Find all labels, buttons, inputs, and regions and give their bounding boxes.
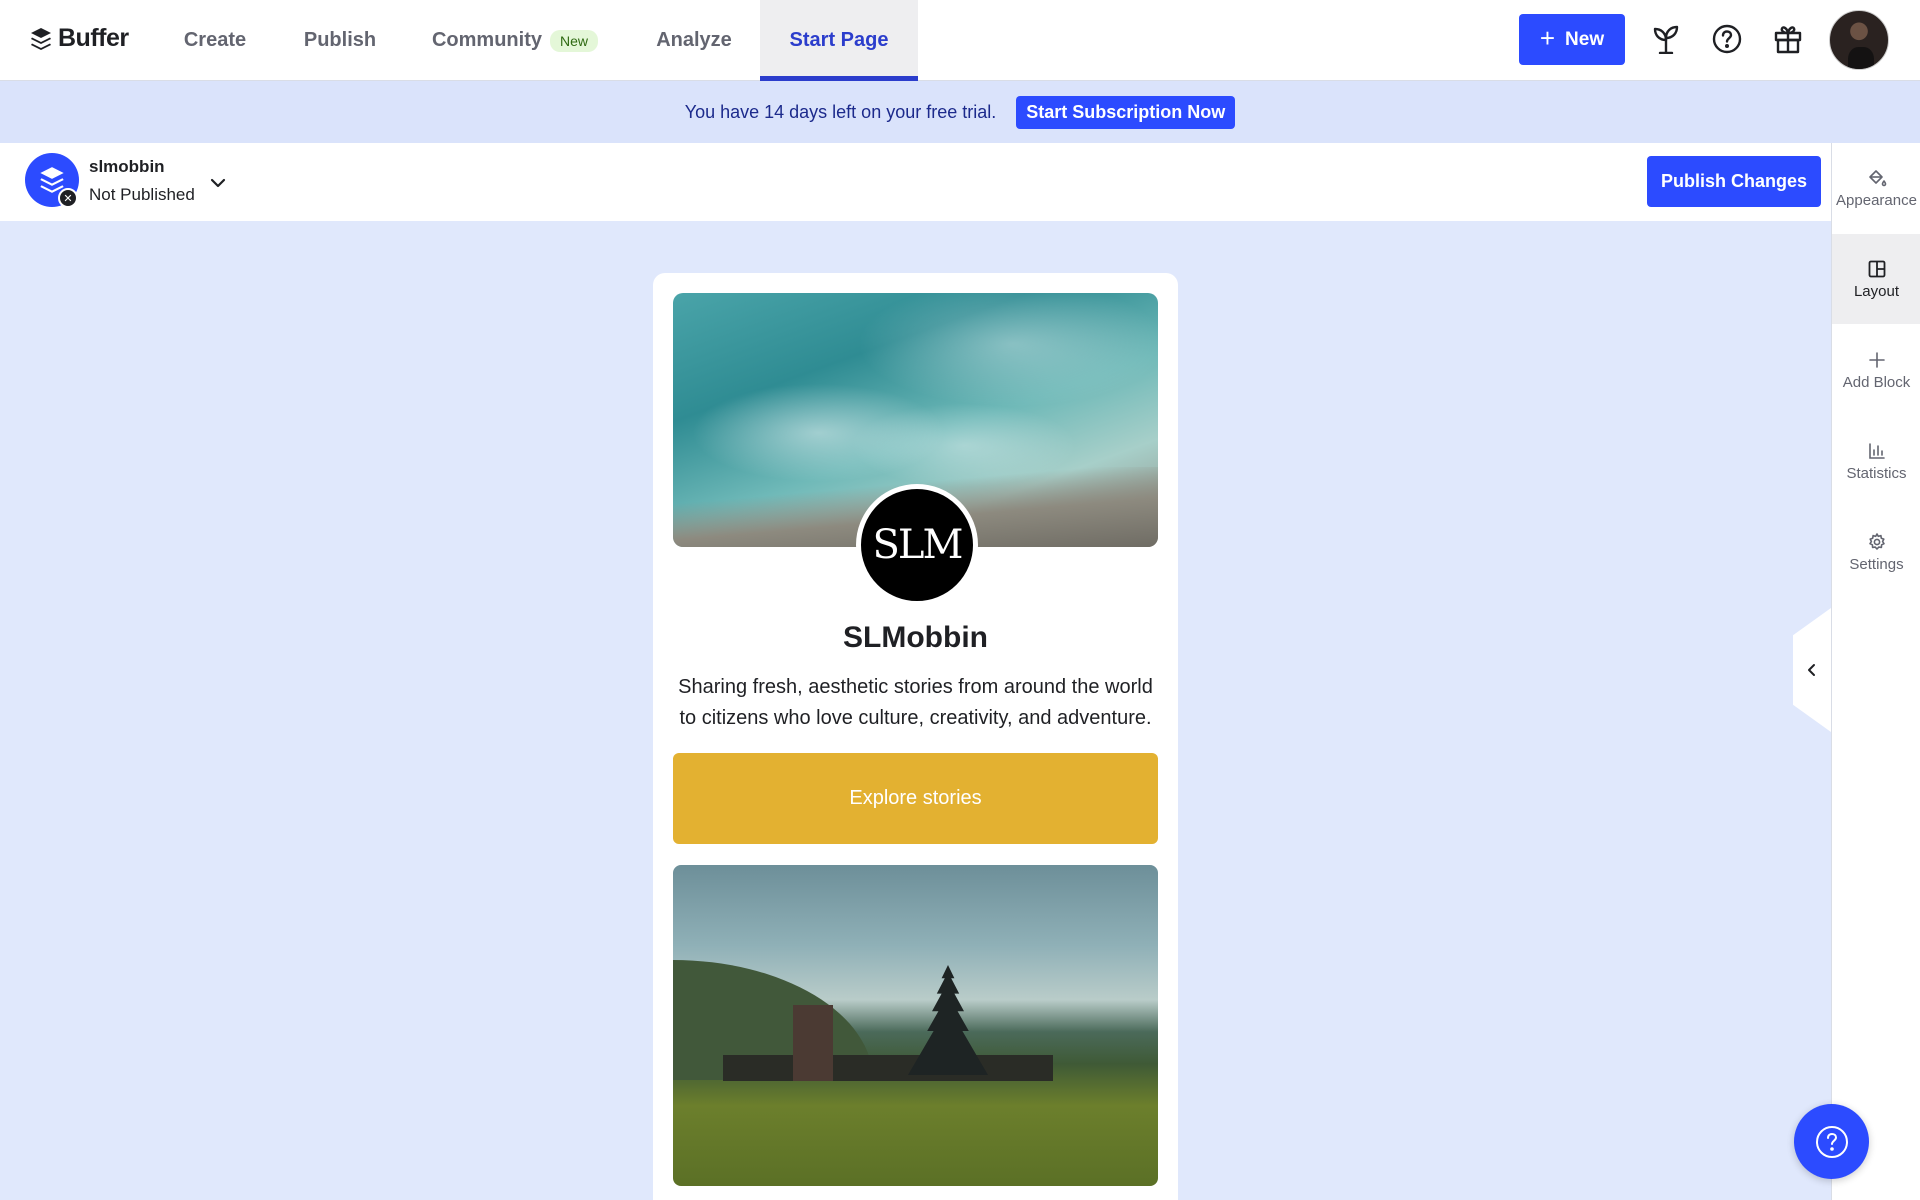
layout-icon [1868, 260, 1885, 277]
gear-icon [1868, 532, 1885, 550]
collapse-sidebar-button[interactable] [1793, 608, 1831, 732]
tab-start-page[interactable]: Start Page [760, 0, 918, 81]
help-circle-icon [1815, 1125, 1848, 1158]
temple-gate-shape [793, 1005, 833, 1081]
not-published-status-icon: ✕ [58, 188, 78, 208]
page-name[interactable]: slmobbin [89, 157, 165, 177]
tab-publish[interactable]: Publish [282, 0, 398, 81]
buffer-logo[interactable]: Buffer [30, 24, 129, 53]
tab-label: Analyze [656, 29, 732, 51]
logo-text: Buffer [58, 24, 129, 52]
profile-logo[interactable]: SLM [856, 484, 978, 606]
tab-community[interactable]: Community New [420, 0, 610, 81]
sidebar-item-settings[interactable]: Settings [1832, 507, 1920, 597]
top-navigation: Buffer Create Publish Community New Anal… [0, 0, 1920, 81]
tab-label: Community [431, 29, 542, 51]
help-chat-button[interactable] [1794, 1104, 1869, 1179]
profile-name[interactable]: SLMobbin [653, 621, 1178, 655]
editor-sidebar: Appearance Layout Add Block Statistics S… [1831, 143, 1920, 1200]
start-page-preview: SLM SLMobbin Sharing fresh, aesthetic st… [653, 273, 1178, 1200]
trial-banner: You have 14 days left on your free trial… [0, 81, 1920, 143]
sidebar-item-add-block[interactable]: Add Block [1832, 325, 1920, 415]
chevron-left-icon [1808, 664, 1815, 676]
publish-changes-button[interactable]: Publish Changes [1647, 156, 1821, 207]
temple-wall-shape [723, 1055, 1053, 1081]
new-button-label: New [1565, 28, 1605, 50]
tab-analyze[interactable]: Analyze [634, 0, 754, 81]
plus-icon [1868, 351, 1885, 368]
trial-message: You have 14 days left on your free trial… [684, 101, 997, 122]
sidebar-item-label: Add Block [1842, 373, 1911, 391]
new-badge: New [549, 29, 598, 52]
tab-label: Publish [303, 29, 377, 51]
temple-image-block[interactable] [673, 865, 1158, 1186]
sidebar-item-label: Appearance [1836, 191, 1917, 209]
page-status: Not Published [89, 185, 195, 204]
pagoda-shape [908, 965, 988, 1075]
sidebar-item-label: Settings [1849, 555, 1904, 573]
page-header: ✕ slmobbin Not Published Publish Changes [0, 143, 1831, 221]
tab-create[interactable]: Create [160, 0, 270, 81]
explore-stories-button[interactable]: Explore stories [673, 753, 1158, 844]
new-button[interactable]: + New [1519, 14, 1625, 65]
sprout-icon[interactable] [1649, 22, 1683, 56]
gift-icon[interactable] [1771, 22, 1805, 56]
avatar[interactable] [1829, 10, 1889, 70]
bar-chart-icon [1868, 442, 1885, 459]
help-circle-icon[interactable] [1710, 22, 1744, 56]
start-subscription-button[interactable]: Start Subscription Now [1016, 95, 1236, 129]
profile-bio[interactable]: Sharing fresh, aesthetic stories from ar… [673, 672, 1158, 734]
sidebar-item-label: Layout [1853, 282, 1900, 300]
sidebar-item-layout[interactable]: Layout [1832, 234, 1920, 324]
sidebar-item-statistics[interactable]: Statistics [1832, 416, 1920, 506]
paint-bucket-icon [1868, 169, 1886, 186]
tab-label: Create [183, 29, 247, 51]
chevron-down-icon[interactable] [206, 171, 230, 195]
sidebar-item-appearance[interactable]: Appearance [1832, 143, 1920, 233]
plus-icon: + [1539, 23, 1556, 53]
sidebar-item-label: Statistics [1846, 464, 1907, 482]
buffer-logo-icon [31, 27, 51, 50]
tab-label: Start Page [789, 28, 889, 51]
